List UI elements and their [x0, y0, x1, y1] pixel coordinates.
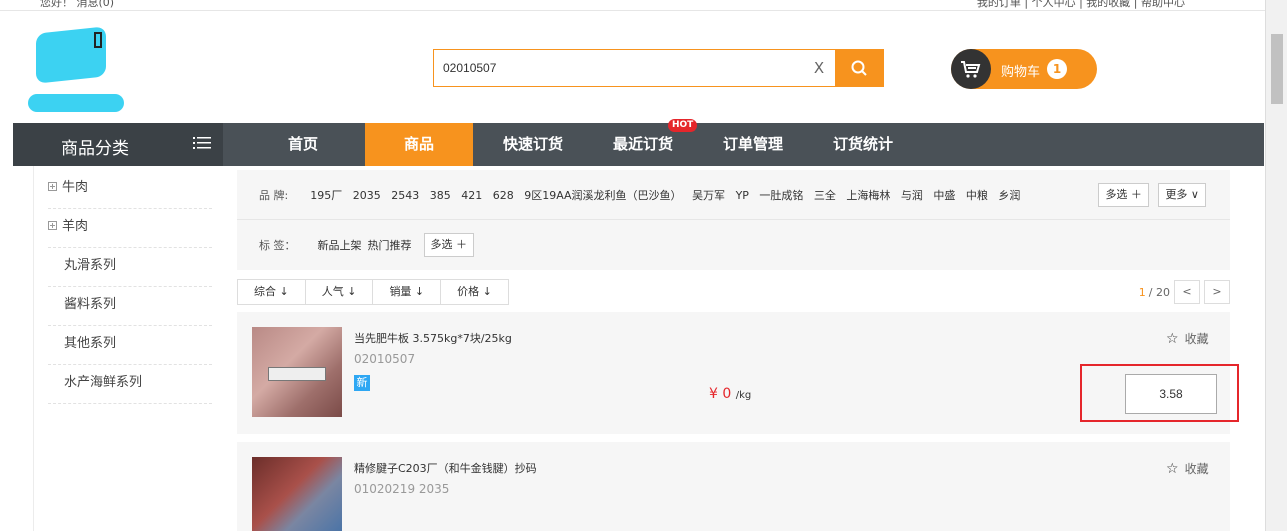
brand-multi-select-button[interactable]: 多选 ＋ — [1098, 183, 1149, 207]
sidebar-item-beef[interactable]: 牛肉 — [48, 170, 212, 209]
pagination: 1 / 20 < > — [1139, 279, 1230, 305]
logo[interactable] — [28, 22, 126, 118]
brand-filter-row: 品 牌: 195厂 2035 2543 385 421 628 9区19AA润溪… — [237, 170, 1230, 220]
brand-list: 195厂 2035 2543 385 421 628 9区19AA润溪龙利鱼（巴… — [310, 187, 1027, 203]
brand-option[interactable]: 与润 — [901, 189, 923, 202]
sort-price[interactable]: 价格 ↓ — [441, 280, 508, 304]
search-icon — [851, 60, 867, 76]
brand-option[interactable]: 2035 — [353, 189, 381, 202]
new-badge: 新 — [354, 375, 370, 391]
nav-home[interactable]: 首页 — [253, 123, 353, 166]
brand-option[interactable]: YP — [736, 189, 749, 202]
favorite-button[interactable]: ☆ 收藏 — [1166, 330, 1209, 347]
brand-option[interactable]: 195厂 — [310, 189, 342, 202]
content-divider — [33, 166, 34, 531]
product-card: 精修腱子C203厂（和牛金钱腱）抄码 01020219 2035 ☆ 收藏 — [237, 442, 1230, 531]
logo-mark — [94, 32, 102, 48]
cart-button[interactable]: 购物车 1 — [951, 49, 1097, 89]
nav-products[interactable]: 商品 — [365, 123, 473, 166]
sidebar-item-seafood[interactable]: 水产海鲜系列 — [48, 365, 212, 404]
logo-redaction-bar — [28, 94, 124, 112]
category-title: 商品分类 — [61, 139, 129, 159]
price-value: ¥ 0 — [709, 386, 732, 402]
list-menu-icon — [193, 135, 211, 154]
top-bar-left-links[interactable]: 您好！ 消息(0) — [40, 0, 114, 10]
product-label-sticker — [268, 367, 326, 381]
price-unit: /kg — [735, 390, 752, 401]
product-name[interactable]: 当先肥牛板 3.575kg*7块/25kg — [354, 330, 512, 346]
clear-search-button[interactable]: X — [803, 50, 835, 86]
cart-count-badge: 1 — [1047, 59, 1067, 79]
brand-option[interactable]: 421 — [461, 189, 482, 202]
sidebar-item-others[interactable]: 其他系列 — [48, 326, 212, 365]
top-bar-right-links[interactable]: 我的订单 | 个人中心 | 我的收藏 | 帮助中心 — [977, 0, 1185, 10]
main-nav: 商品分类 首页 商品 快速订货 最近订货 HOT 订单管理 订货统计 — [13, 119, 1264, 166]
tag-option-hot[interactable]: 热门推荐 — [368, 237, 412, 253]
sidebar-item-label: 羊肉 — [62, 219, 89, 234]
star-icon: ☆ — [1166, 461, 1179, 477]
product-image[interactable] — [252, 457, 342, 531]
nav-order-management[interactable]: 订单管理 — [703, 123, 803, 166]
search-button[interactable] — [835, 50, 883, 86]
brand-option[interactable]: 628 — [493, 189, 514, 202]
next-page-button[interactable]: > — [1204, 280, 1230, 304]
tag-filter-row: 标 签： 新品上架 热门推荐 多选 ＋ — [237, 220, 1230, 270]
expand-icon[interactable] — [48, 221, 57, 230]
prev-page-button[interactable]: < — [1174, 280, 1200, 304]
brand-option[interactable]: 上海梅林 — [846, 189, 890, 202]
brand-option[interactable]: 吴万军 — [692, 189, 725, 202]
highlight-box — [1080, 364, 1239, 422]
tag-option-new[interactable]: 新品上架 — [318, 237, 362, 253]
sort-bar: 综合 ↓ 人气 ↓ 销量 ↓ 价格 ↓ 1 / 20 < > — [237, 279, 1230, 305]
star-icon: ☆ — [1166, 331, 1179, 347]
brand-option[interactable]: 乡润 — [998, 189, 1020, 202]
tag-multi-select-button[interactable]: 多选 ＋ — [423, 233, 474, 257]
expand-icon[interactable] — [48, 182, 57, 191]
page-total: / 20 — [1148, 285, 1170, 299]
cart-icon — [951, 49, 991, 89]
brand-option[interactable]: 一肚成铭 — [759, 189, 803, 202]
sidebar-item-label: 牛肉 — [62, 180, 89, 195]
filter-panel: 品 牌: 195厂 2035 2543 385 421 628 9区19AA润溪… — [237, 170, 1230, 270]
scrollbar-thumb[interactable] — [1271, 34, 1283, 104]
brand-option[interactable]: 385 — [430, 189, 451, 202]
brand-filter-label: 品 牌: — [259, 188, 289, 202]
sort-sales[interactable]: 销量 ↓ — [373, 280, 442, 304]
product-image[interactable] — [252, 327, 342, 417]
sort-popularity[interactable]: 人气 ↓ — [306, 280, 374, 304]
sort-comprehensive[interactable]: 综合 ↓ — [238, 280, 306, 304]
brand-filter-actions: 多选 ＋ 更多 ∨ — [1098, 183, 1206, 207]
category-menu-toggle[interactable]: 商品分类 — [13, 123, 223, 166]
product-name[interactable]: 精修腱子C203厂（和牛金钱腱）抄码 — [354, 460, 537, 476]
tag-filter-label: 标 签： — [259, 239, 296, 252]
brand-option[interactable]: 中盛 — [933, 189, 955, 202]
favorite-button[interactable]: ☆ 收藏 — [1166, 460, 1209, 477]
cart-label: 购物车 — [1001, 65, 1041, 80]
brand-option[interactable]: 9区19AA润溪龙利鱼（巴沙鱼） — [524, 189, 681, 202]
page-scrollbar[interactable] — [1265, 0, 1287, 531]
page: 您好！ 消息(0) 我的订单 | 个人中心 | 我的收藏 | 帮助中心 X 购物… — [0, 0, 1287, 531]
sort-options: 综合 ↓ 人气 ↓ 销量 ↓ 价格 ↓ — [237, 279, 509, 305]
page-current: 1 — [1138, 285, 1146, 299]
product-price: ¥ 0 /kg — [709, 386, 751, 402]
sidebar-item-lamb[interactable]: 羊肉 — [48, 209, 212, 248]
brand-option[interactable]: 三全 — [814, 189, 836, 202]
favorite-label: 收藏 — [1184, 462, 1209, 476]
favorite-label: 收藏 — [1184, 332, 1209, 346]
sidebar-item-meatballs[interactable]: 丸滑系列 — [48, 248, 212, 287]
category-sidebar: 牛肉 羊肉 丸滑系列 酱料系列 其他系列 水产海鲜系列 — [48, 170, 212, 404]
brand-more-button[interactable]: 更多 ∨ — [1158, 183, 1206, 207]
nav-quick-order[interactable]: 快速订货 — [483, 123, 583, 166]
search-bar: X — [433, 49, 884, 87]
search-input[interactable] — [434, 50, 803, 86]
hot-badge: HOT — [668, 119, 698, 132]
top-bar: 您好！ 消息(0) 我的订单 | 个人中心 | 我的收藏 | 帮助中心 — [0, 0, 1265, 11]
product-code: 01020219 2035 — [354, 482, 450, 496]
sidebar-item-sauces[interactable]: 酱料系列 — [48, 287, 212, 326]
nav-order-statistics[interactable]: 订货统计 — [813, 123, 913, 166]
brand-option[interactable]: 中粮 — [966, 189, 988, 202]
product-code: 02010507 — [354, 352, 416, 366]
brand-option[interactable]: 2543 — [391, 189, 419, 202]
